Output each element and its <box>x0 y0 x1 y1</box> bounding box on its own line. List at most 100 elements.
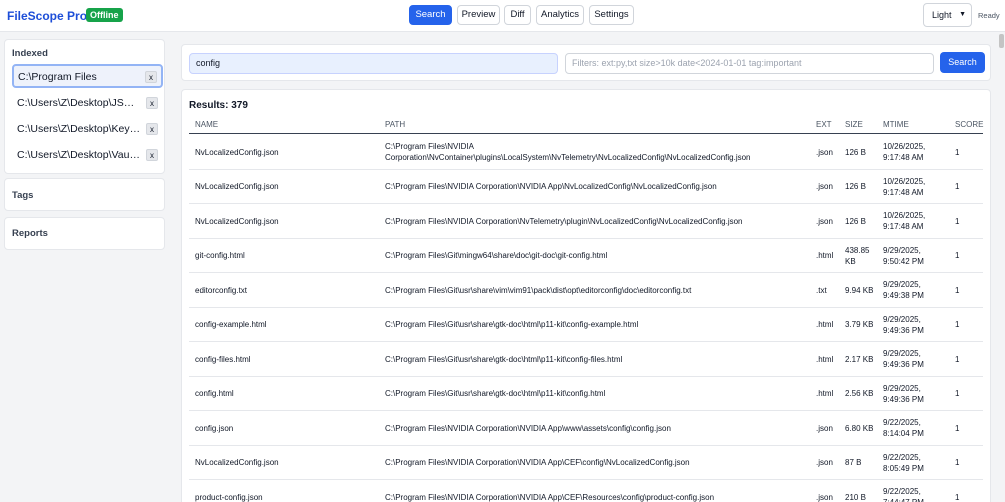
table-row[interactable]: config.html C:\Program Files\Git\usr\shar… <box>189 377 983 411</box>
filters-input[interactable]: Filters: ext:py,txt size>10k date<2024-0… <box>565 53 934 74</box>
table-row[interactable]: config-files.html C:\Program Files\Git\us… <box>189 342 983 377</box>
result-mtime: 9/29/2025, 9:49:36 PM <box>883 383 924 404</box>
result-name: NvLocalizedConfig.json <box>195 216 279 226</box>
result-size: 3.79 KB <box>845 320 874 329</box>
result-name: config-example.html <box>195 320 267 329</box>
result-size: 126 B <box>845 147 866 157</box>
status-text: Ready <box>978 11 1000 20</box>
nav-diff-button[interactable]: Diff <box>504 5 531 25</box>
search-button[interactable]: Search <box>940 52 985 73</box>
result-path: C:\Program Files\Git\usr\share\gtk-doc\h… <box>385 389 606 398</box>
result-score: 1 <box>955 423 960 433</box>
result-size: 2.56 KB <box>845 389 874 398</box>
result-path: C:\Program Files\Git\usr\share\vim\vim91… <box>385 285 692 295</box>
result-size: 87 B <box>845 458 862 467</box>
table-row[interactable]: editorconfig.txt C:\Program Files\Git\usr… <box>189 273 983 308</box>
theme-select-value: Light <box>932 10 952 20</box>
result-mtime: 9/29/2025, 9:49:36 PM <box>883 314 924 335</box>
result-ext: .html <box>816 251 834 260</box>
result-size: 126 B <box>845 216 866 226</box>
search-panel: config Filters: ext:py,txt size>10k date… <box>181 44 991 81</box>
result-score: 1 <box>955 147 960 157</box>
table-row[interactable]: NvLocalizedConfig.json C:\Program Files\N… <box>189 135 983 170</box>
result-mtime: 9/22/2025, 8:14:04 PM <box>883 418 924 438</box>
indexed-item-path: C:\Users\Z\Desktop\KeyM... <box>17 123 141 135</box>
nav-search-button[interactable]: Search <box>409 5 452 25</box>
result-score: 1 <box>955 285 960 295</box>
nav-preview-button[interactable]: Preview <box>457 5 500 25</box>
result-mtime: 10/26/2025, 9:17:48 AM <box>883 176 926 197</box>
column-header-mtime[interactable]: MTIME <box>883 120 909 129</box>
table-row[interactable]: NvLocalizedConfig.json C:\Program Files\N… <box>189 170 983 204</box>
result-path: C:\Program Files\Git\mingw64\share\doc\g… <box>385 251 608 260</box>
offline-badge: Offline <box>86 8 123 22</box>
top-bar: FileScope Pro+ Offline Search Preview Di… <box>0 0 1005 32</box>
result-name: NvLocalizedConfig.json <box>195 182 279 191</box>
result-ext: .json <box>816 216 833 226</box>
result-path: C:\Program Files\NVIDIA Corporation\NVID… <box>385 492 715 502</box>
indexed-item[interactable]: C:\Users\Z\Desktop\KeyM... x <box>12 117 163 141</box>
table-row[interactable]: config-example.html C:\Program Files\Git\… <box>189 308 983 342</box>
indexed-item[interactable]: C:\Users\Z\Desktop\JSON... x <box>12 91 163 115</box>
result-path: C:\Program Files\Git\usr\share\gtk-doc\h… <box>385 320 639 329</box>
result-size: 6.80 KB <box>845 423 874 433</box>
result-mtime: 9/29/2025, 9:49:36 PM <box>883 349 924 369</box>
indexed-item[interactable]: C:\Program Files x <box>12 64 163 88</box>
result-ext: .json <box>816 492 833 502</box>
table-row[interactable]: NvLocalizedConfig.json C:\Program Files\N… <box>189 204 983 239</box>
table-row[interactable]: product-config.json C:\Program Files\NVID… <box>189 480 983 502</box>
result-name: config-files.html <box>195 354 251 364</box>
result-ext: .json <box>816 423 833 433</box>
remove-indexed-button[interactable]: x <box>146 149 158 161</box>
remove-indexed-button[interactable]: x <box>146 97 158 109</box>
result-score: 1 <box>955 458 960 467</box>
result-name: config.json <box>195 423 234 433</box>
column-header-size[interactable]: SIZE <box>845 120 863 129</box>
table-row[interactable]: NvLocalizedConfig.json C:\Program Files\N… <box>189 446 983 480</box>
remove-indexed-button[interactable]: x <box>145 71 157 83</box>
table-row[interactable]: config.json C:\Program Files\NVIDIA Corpo… <box>189 411 983 446</box>
result-ext: .json <box>816 458 833 467</box>
result-size: 9.94 KB <box>845 285 874 295</box>
nav-settings-button[interactable]: Settings <box>589 5 634 25</box>
result-mtime: 10/26/2025, 9:17:48 AM <box>883 142 926 162</box>
tags-panel[interactable]: Tags <box>4 178 165 211</box>
result-ext: .html <box>816 354 834 364</box>
results-count: Results: 379 <box>189 100 248 111</box>
search-input[interactable]: config <box>189 53 558 74</box>
indexed-panel: Indexed C:\Program Files x C:\Users\Z\De… <box>4 39 165 174</box>
reports-title: Reports <box>12 228 48 239</box>
nav-analytics-button[interactable]: Analytics <box>536 5 584 25</box>
reports-panel[interactable]: Reports <box>4 217 165 250</box>
result-path: C:\Program Files\NVIDIA Corporation\NvCo… <box>385 142 751 162</box>
result-score: 1 <box>955 354 960 364</box>
result-ext: .txt <box>816 285 827 295</box>
column-header-ext[interactable]: EXT <box>816 120 832 129</box>
result-name: editorconfig.txt <box>195 285 248 295</box>
theme-select[interactable]: Light ▼ <box>923 3 972 27</box>
result-ext: .html <box>816 389 834 398</box>
result-path: C:\Program Files\NVIDIA Corporation\NVID… <box>385 182 717 191</box>
table-row[interactable]: git-config.html C:\Program Files\Git\ming… <box>189 239 983 273</box>
result-score: 1 <box>955 320 960 329</box>
result-mtime: 10/26/2025, 9:17:48 AM <box>883 211 926 231</box>
column-header-score[interactable]: SCORE <box>955 120 983 129</box>
sidebar: Indexed C:\Program Files x C:\Users\Z\De… <box>0 33 172 502</box>
column-header-path[interactable]: PATH <box>385 120 405 129</box>
result-score: 1 <box>955 216 960 226</box>
result-size: 438.85 KB <box>845 245 870 266</box>
result-path: C:\Program Files\NVIDIA Corporation\NvTe… <box>385 216 743 226</box>
result-path: C:\Program Files\Git\usr\share\gtk-doc\h… <box>385 354 623 364</box>
result-path: C:\Program Files\NVIDIA Corporation\NVID… <box>385 423 671 433</box>
result-mtime: 9/22/2025, 8:05:49 PM <box>883 452 924 473</box>
result-score: 1 <box>955 389 960 398</box>
result-size: 210 B <box>845 492 866 502</box>
tags-title: Tags <box>12 190 34 201</box>
remove-indexed-button[interactable]: x <box>146 123 158 135</box>
result-mtime: 9/29/2025, 9:50:42 PM <box>883 245 924 266</box>
page-scrollbar[interactable] <box>999 34 1004 48</box>
result-score: 1 <box>955 182 960 191</box>
column-header-name[interactable]: NAME <box>195 120 218 129</box>
indexed-item[interactable]: C:\Users\Z\Desktop\VaultS... x <box>12 143 163 167</box>
result-size: 126 B <box>845 182 866 191</box>
